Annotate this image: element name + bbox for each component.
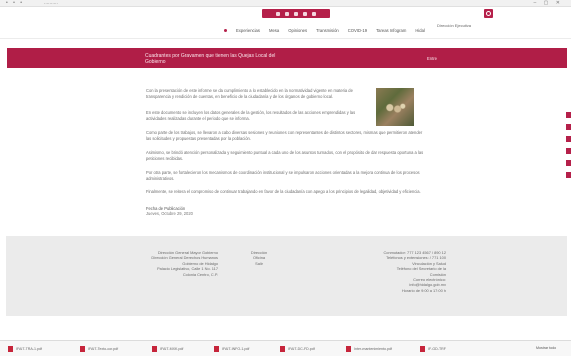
- pdf-file-icon: [214, 346, 219, 352]
- side-tab[interactable]: [566, 160, 571, 166]
- location-icon: [224, 28, 227, 32]
- window-controls[interactable]: – ▢ ✕: [534, 0, 563, 6]
- footer-line: Palacio Legislativo, Calle 1 No. 117: [157, 266, 218, 272]
- download-item[interactable]: IF-GD-TRF: [420, 346, 446, 352]
- search-icon[interactable]: [484, 9, 493, 18]
- download-filename: IFAIT-Texto-cor.pdf: [88, 347, 119, 351]
- article-paragraph: Asimismo, se brindó atención personaliza…: [146, 150, 424, 161]
- page-title: Cuadrantes por Gravamen que tienen las Q…: [145, 53, 276, 65]
- download-filename: Inter-mantenimiento.pdf: [354, 347, 392, 351]
- page-banner: [7, 48, 567, 68]
- download-item[interactable]: IFAIT-DC-FD.pdf: [280, 346, 315, 352]
- article-paragraph: Por otra parte, se fortalecieron los mec…: [146, 170, 420, 181]
- banner-link[interactable]: Entre: [427, 56, 437, 61]
- side-tab[interactable]: [566, 112, 571, 118]
- article-paragraph: Con la presentación de este informe se d…: [146, 88, 353, 99]
- download-filename: IF-GD-TRF: [428, 347, 446, 351]
- footer-column-links: Dirección Oficina Salir: [244, 250, 274, 266]
- instagram-icon[interactable]: [303, 11, 307, 16]
- download-filename: IFAIT-INFO-1.pdf: [222, 347, 250, 351]
- footer-column-address: Dirección General Mayor Gobierno Direcci…: [148, 250, 218, 277]
- article-paragraph: Como parte de los trabajos, se llevaron …: [146, 130, 423, 141]
- nav-item-experiencias[interactable]: Experiencias: [236, 28, 260, 33]
- nav-item-transmision[interactable]: Transmisión: [316, 28, 339, 33]
- browser-tab-controls[interactable]: • • •: [6, 0, 24, 6]
- nav-item-covid[interactable]: COVID-19: [348, 28, 367, 33]
- nav-item-hidal[interactable]: Hidal: [415, 28, 425, 33]
- nav-item-mesa[interactable]: Mesa: [269, 28, 279, 33]
- side-tab[interactable]: [566, 148, 571, 154]
- download-item[interactable]: Inter-mantenimiento.pdf: [346, 346, 392, 352]
- article-image: [376, 88, 414, 126]
- nav-divider: [0, 38, 571, 39]
- side-tab[interactable]: [566, 172, 571, 178]
- browser-toolbar: • • • .......... – ▢ ✕: [0, 0, 571, 7]
- download-item[interactable]: IFAIT-Texto-cor.pdf: [80, 346, 118, 352]
- footer-link[interactable]: Salir: [244, 261, 274, 266]
- side-tab[interactable]: [566, 136, 571, 142]
- download-filename: IFAIT-MXK.pdf: [160, 347, 184, 351]
- facebook-icon[interactable]: [276, 11, 280, 16]
- article-paragraph: Finalmente, se reitera el compromiso de …: [146, 189, 421, 194]
- show-all-downloads-button[interactable]: Mostrar todo: [536, 346, 556, 350]
- flickr-icon[interactable]: [312, 11, 316, 16]
- social-links-bar: [262, 9, 330, 18]
- pdf-file-icon: [80, 346, 85, 352]
- pdf-file-icon: [420, 346, 425, 352]
- youtube-icon[interactable]: [294, 11, 298, 16]
- footer-line: Colonia Centro, C.P.: [182, 271, 218, 277]
- twitter-icon[interactable]: [285, 11, 289, 16]
- download-item[interactable]: IFAIT-MXK.pdf: [152, 346, 183, 352]
- footer-line: Teléfono del Secretario de la Comisión: [396, 266, 446, 277]
- download-filename: IFAIT-TRA-1.pdf: [16, 347, 42, 351]
- main-nav: Experiencias Mesa Opiniones Transmisión …: [224, 26, 425, 34]
- download-item[interactable]: IFAIT-INFO-1.pdf: [214, 346, 249, 352]
- pdf-file-icon: [8, 346, 13, 352]
- pdf-file-icon: [346, 346, 351, 352]
- address-bar[interactable]: ..........: [44, 0, 58, 6]
- download-item[interactable]: IFAIT-TRA-1.pdf: [8, 346, 42, 352]
- pdf-file-icon: [152, 346, 157, 352]
- nav-extra-link[interactable]: Dirección Ejecutiva: [437, 23, 471, 28]
- footer-column-contact: Conmutador: 777 123 4567 / 890 12 Teléfo…: [380, 250, 446, 293]
- publication-date: Jueves, Octubre 29, 2020: [146, 211, 193, 216]
- article-paragraph: En este documento se incluyen los datos …: [146, 110, 356, 121]
- footer: [6, 236, 567, 316]
- nav-item-tareas[interactable]: Tareas Infogram: [376, 28, 406, 33]
- nav-item-opiniones[interactable]: Opiniones: [288, 28, 307, 33]
- download-filename: IFAIT-DC-FD.pdf: [288, 347, 315, 351]
- pdf-file-icon: [280, 346, 285, 352]
- footer-line: Horario de 9:00 a 17:00 h: [401, 287, 446, 293]
- footer-line: Correo electrónico: info@hidalgo.gob.mx: [409, 277, 446, 288]
- side-tab[interactable]: [566, 124, 571, 130]
